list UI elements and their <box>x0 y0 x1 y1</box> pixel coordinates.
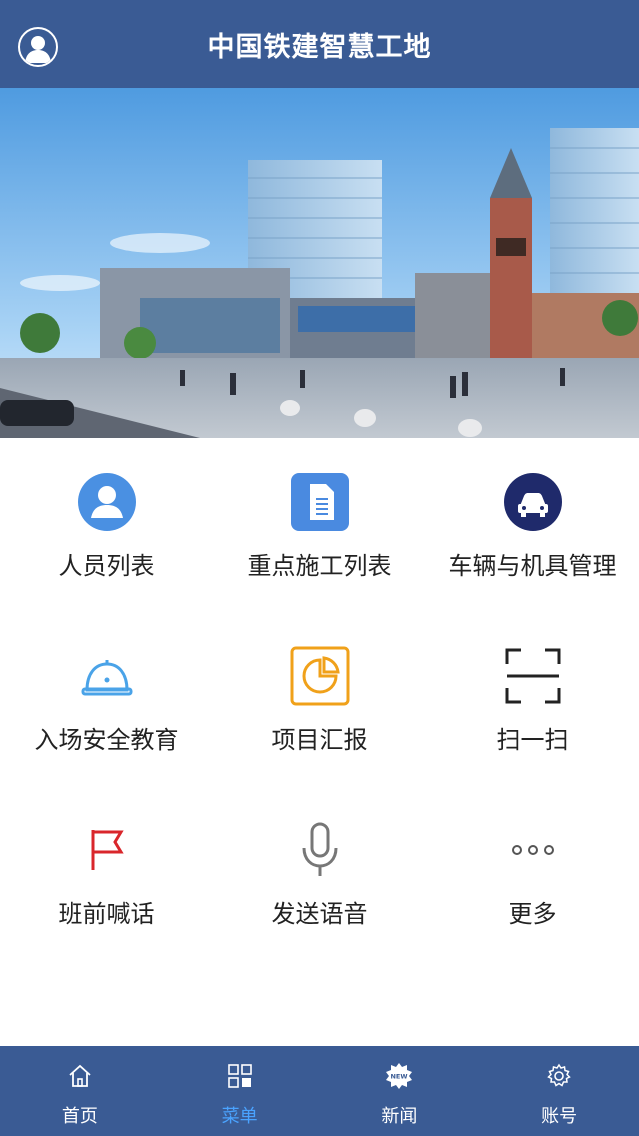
menu-item-label: 发送语音 <box>271 900 368 928</box>
home-icon <box>66 1062 94 1090</box>
menu-grid: 人员列表 重点施工列表 车辆与机具管理 入场安全教育 项目汇报 扫一扫 班前喊话… <box>0 438 639 1046</box>
menu-item-project-report[interactable]: 项目汇报 <box>213 612 426 786</box>
tab-news[interactable]: NEW 新闻 <box>320 1046 480 1136</box>
scan-icon <box>501 644 565 708</box>
menu-item-label: 扫一扫 <box>496 726 569 754</box>
menu-item-label: 人员列表 <box>58 552 155 580</box>
tab-home[interactable]: 首页 <box>0 1046 160 1136</box>
tab-menu[interactable]: 菜单 <box>160 1046 320 1136</box>
tab-label: 首页 <box>61 1106 98 1127</box>
menu-item-key-construction-list[interactable]: 重点施工列表 <box>213 438 426 612</box>
svg-text:NEW: NEW <box>391 1073 408 1081</box>
car-icon <box>501 470 565 534</box>
page-title: 中国铁建智慧工地 <box>207 31 432 63</box>
menu-item-vehicle-equipment[interactable]: 车辆与机具管理 <box>426 438 639 612</box>
grid-menu-icon <box>226 1062 254 1090</box>
document-icon <box>288 470 352 534</box>
menu-item-scan[interactable]: 扫一扫 <box>426 612 639 786</box>
flag-icon <box>75 818 139 882</box>
menu-item-label: 更多 <box>508 900 557 928</box>
hard-hat-icon <box>75 644 139 708</box>
app-header: 中国铁建智慧工地 <box>0 0 639 88</box>
menu-item-personnel-list[interactable]: 人员列表 <box>0 438 213 612</box>
bottom-tab-bar: 首页 菜单 NEW 新闻 账号 <box>0 1046 639 1136</box>
microphone-icon <box>288 818 352 882</box>
tab-label: 菜单 <box>221 1106 258 1127</box>
menu-item-safety-education[interactable]: 入场安全教育 <box>0 612 213 786</box>
menu-item-label: 入场安全教育 <box>34 726 179 754</box>
gear-icon <box>545 1062 573 1090</box>
menu-item-label: 车辆与机具管理 <box>448 552 617 580</box>
user-avatar-icon[interactable] <box>18 27 58 67</box>
person-circle-icon <box>75 470 139 534</box>
pie-chart-icon <box>288 644 352 708</box>
tab-account[interactable]: 账号 <box>479 1046 639 1136</box>
tab-label: 新闻 <box>381 1106 418 1127</box>
menu-item-label: 项目汇报 <box>271 726 368 754</box>
banner-image[interactable] <box>0 88 639 438</box>
menu-item-pre-shift-talk[interactable]: 班前喊话 <box>0 786 213 960</box>
menu-item-label: 班前喊话 <box>58 900 155 928</box>
more-dots-icon <box>501 818 565 882</box>
tab-label: 账号 <box>541 1106 578 1127</box>
menu-item-more[interactable]: 更多 <box>426 786 639 960</box>
menu-item-label: 重点施工列表 <box>247 552 392 580</box>
menu-item-send-voice[interactable]: 发送语音 <box>213 786 426 960</box>
new-badge-icon: NEW <box>385 1062 413 1090</box>
